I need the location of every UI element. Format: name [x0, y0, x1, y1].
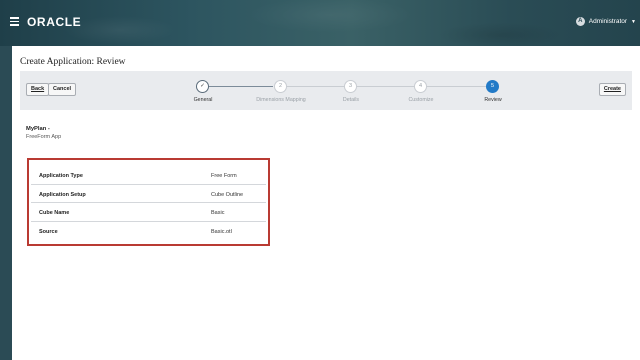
- step-1-general[interactable]: ✓: [196, 80, 209, 93]
- application-description: FreeForm App: [26, 134, 62, 140]
- hamburger-icon[interactable]: [10, 17, 19, 26]
- user-name: Administrator: [588, 18, 628, 25]
- step-label-customize: Customize: [408, 97, 434, 103]
- table-row: Cube Name Basic: [31, 203, 266, 222]
- step-5-review[interactable]: 5: [486, 80, 499, 93]
- application-name: MyPlan -: [26, 126, 50, 132]
- create-button[interactable]: Create: [598, 83, 626, 96]
- step-4-customize[interactable]: 4: [414, 80, 427, 93]
- cancel-button[interactable]: Cancel: [48, 83, 77, 96]
- wizard-train-bar: Back Cancel ✓ 2 3 4 5 General Dimensions…: [20, 71, 632, 110]
- chevron-down-icon: ▼: [631, 18, 636, 25]
- step-connector: [357, 86, 415, 87]
- row-value: Cube Outline: [211, 191, 244, 198]
- user-menu[interactable]: A Administrator ▼: [575, 17, 636, 26]
- row-value: Free Form: [211, 173, 237, 179]
- main-panel: Create Application: Review Back Cancel ✓…: [12, 46, 640, 360]
- table-row: Application Setup Cube Outline: [31, 185, 266, 203]
- application-summary: MyPlan - FreeForm App: [26, 126, 61, 140]
- row-label: Application Type: [39, 173, 83, 179]
- oracle-logo: ORACLE: [27, 15, 82, 29]
- table-row: Application Type Free Form: [31, 166, 266, 185]
- row-label: Application Setup: [39, 191, 86, 198]
- page-title: Create Application: Review: [20, 57, 126, 67]
- step-3-details[interactable]: 3: [344, 80, 357, 93]
- review-table: Application Type Free Form Application S…: [27, 158, 270, 246]
- row-label: Source: [39, 228, 58, 235]
- banner-texture: [0, 0, 640, 46]
- step-label-details: Details: [342, 97, 360, 103]
- step-connector: [287, 86, 345, 87]
- row-value: Basic.otl: [211, 228, 232, 235]
- back-button[interactable]: Back: [26, 83, 50, 96]
- row-label: Cube Name: [39, 210, 70, 216]
- step-label-general: General: [193, 97, 213, 103]
- step-connector: [209, 86, 273, 87]
- row-value: Basic: [211, 210, 225, 216]
- wizard-steps: ✓ 2 3 4 5 General Dimensions Mapping Det…: [175, 76, 502, 108]
- top-banner: ORACLE A Administrator ▼: [0, 0, 640, 46]
- step-connector: [427, 86, 487, 87]
- step-2-dimensions-mapping[interactable]: 2: [274, 80, 287, 93]
- step-label-review: Review: [484, 97, 502, 103]
- avatar: A: [575, 17, 585, 26]
- step-label-dimensions-mapping: Dimensions Mapping: [256, 97, 306, 103]
- table-row: Source Basic.otl: [31, 222, 266, 241]
